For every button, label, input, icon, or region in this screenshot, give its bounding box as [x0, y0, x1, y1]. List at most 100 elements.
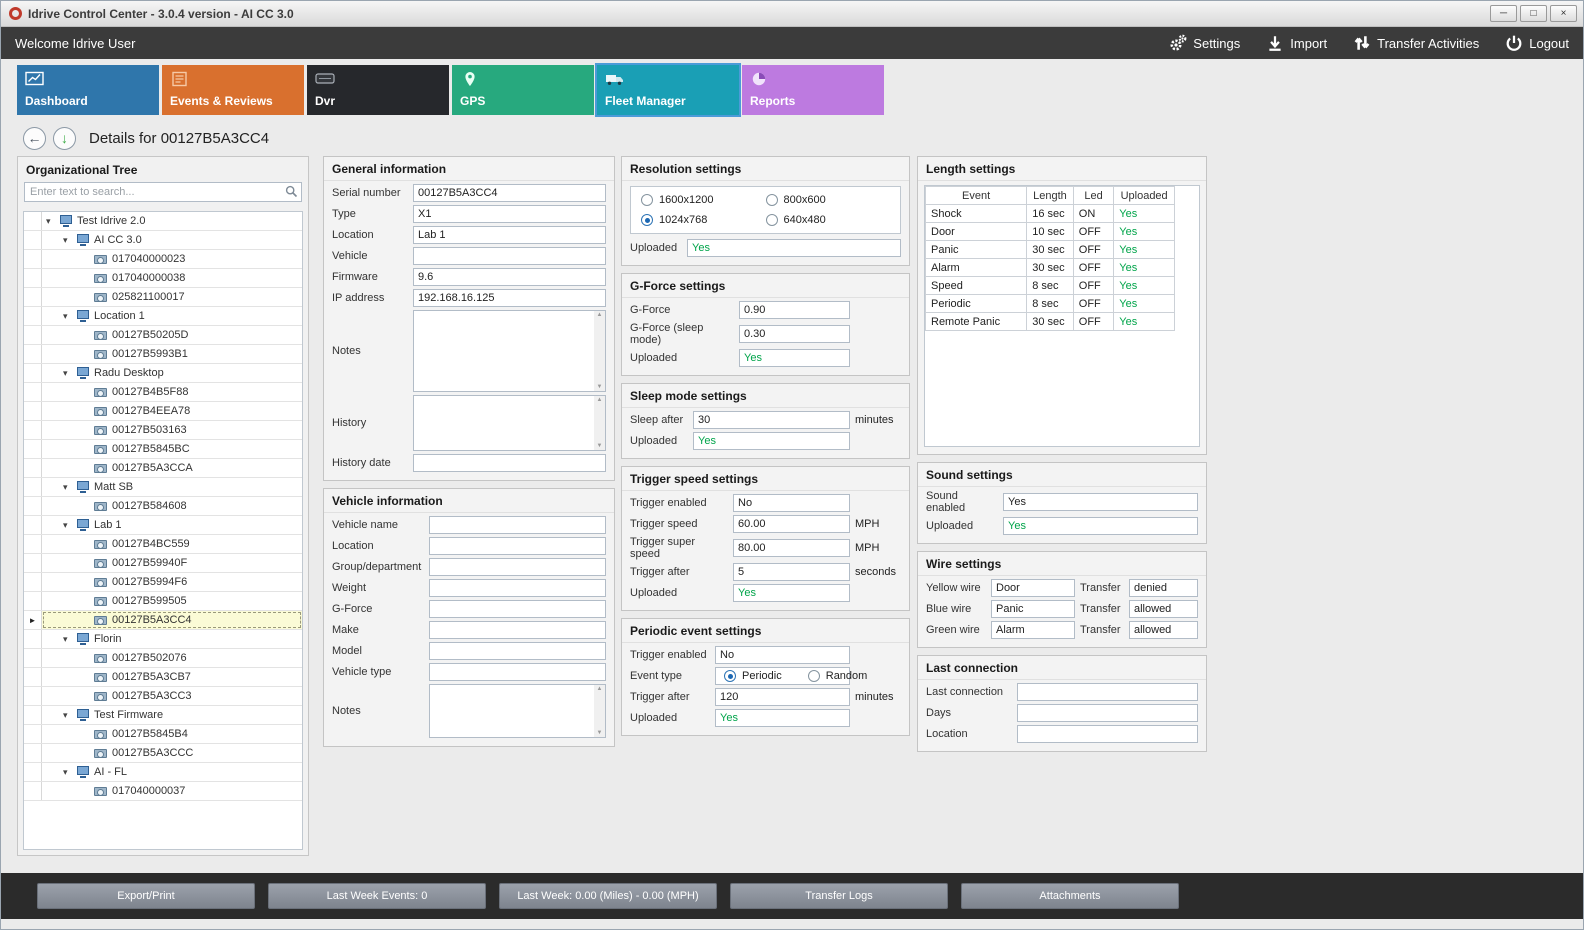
tree-row[interactable]: 017040000023 — [24, 250, 302, 269]
radio-1024x768[interactable]: 1024x768 — [641, 214, 766, 226]
back-button[interactable]: ← — [23, 127, 46, 150]
tree-row[interactable]: 00127B5A3CB7 — [24, 668, 302, 687]
expander-icon[interactable]: ▾ — [63, 312, 76, 321]
type-input[interactable] — [413, 205, 606, 223]
tree-row[interactable]: 00127B5845B4 — [24, 725, 302, 744]
tree-row[interactable]: 00127B5993B1 — [24, 345, 302, 364]
table-row[interactable]: Alarm30 secOFFYes — [926, 259, 1175, 277]
tree-row[interactable]: 00127B5994F6 — [24, 573, 302, 592]
tree-row[interactable]: ▾AI CC 3.0 — [24, 231, 302, 250]
table-row[interactable]: Shock16 secONYes — [926, 205, 1175, 223]
last-week-miles-button[interactable]: Last Week: 0.00 (Miles) - 0.00 (MPH) — [499, 883, 717, 909]
green-wire-transfer-input[interactable] — [1129, 621, 1198, 639]
expander-icon[interactable]: ▾ — [63, 768, 76, 777]
tree-row[interactable]: 00127B4B5F88 — [24, 383, 302, 402]
expander-icon[interactable]: ▾ — [63, 236, 76, 245]
gforce-input[interactable] — [739, 301, 850, 319]
expander-icon[interactable]: ▾ — [63, 369, 76, 378]
make-input[interactable] — [429, 621, 606, 639]
blue-wire-transfer-input[interactable] — [1129, 600, 1198, 618]
tree-row[interactable]: 00127B4EEA78 — [24, 402, 302, 421]
sleep-after-input[interactable] — [693, 411, 850, 429]
scrollbar[interactable]: ▲▼ — [594, 685, 605, 737]
radio-periodic[interactable]: Periodic — [724, 670, 782, 682]
vehicle-input[interactable] — [413, 247, 606, 265]
table-row[interactable]: Remote Panic30 secOFFYes — [926, 313, 1175, 331]
expander-icon[interactable]: ▾ — [46, 217, 59, 226]
expander-icon[interactable]: ▾ — [63, 635, 76, 644]
trigger-enabled-input[interactable] — [733, 494, 850, 512]
tab-dvr[interactable]: Dvr — [307, 65, 449, 115]
firmware-input[interactable] — [413, 268, 606, 286]
trigger-speed-input[interactable] — [733, 515, 850, 533]
history-textarea[interactable] — [413, 395, 606, 451]
transfer-logs-button[interactable]: Transfer Logs — [730, 883, 948, 909]
tree-row[interactable]: 00127B5A3CCC — [24, 744, 302, 763]
tree-row[interactable]: 00127B599505 — [24, 592, 302, 611]
tree-row[interactable]: 00127B584608 — [24, 497, 302, 516]
tree-row[interactable]: 00127B50205D — [24, 326, 302, 345]
tree-row[interactable]: ▾Radu Desktop — [24, 364, 302, 383]
table-row[interactable]: Door10 secOFFYes — [926, 223, 1175, 241]
minimize-button[interactable]: ─ — [1490, 5, 1517, 22]
sound-enabled-input[interactable] — [1003, 493, 1198, 511]
history-date-input[interactable] — [413, 454, 606, 472]
radio-1600x1200[interactable]: 1600x1200 — [641, 194, 766, 206]
table-row[interactable]: Periodic8 secOFFYes — [926, 295, 1175, 313]
green-wire-input[interactable] — [991, 621, 1075, 639]
tree-row[interactable]: 017040000037 — [24, 782, 302, 801]
last-week-events-button[interactable]: Last Week Events: 0 — [268, 883, 486, 909]
tree-row[interactable]: 00127B503163 — [24, 421, 302, 440]
group-department-input[interactable] — [429, 558, 606, 576]
logout-button[interactable]: Logout — [1505, 34, 1569, 52]
notes-textarea[interactable] — [413, 310, 606, 392]
tab-events-reviews[interactable]: Events & Reviews — [162, 65, 304, 115]
export-print-button[interactable]: Export/Print — [37, 883, 255, 909]
vehicle-location-input[interactable] — [429, 537, 606, 555]
periodic-trigger-enabled-input[interactable] — [715, 646, 850, 664]
trigger-after-input[interactable] — [733, 563, 850, 581]
weight-input[interactable] — [429, 579, 606, 597]
serial-number-input[interactable] — [413, 184, 606, 202]
table-row[interactable]: Speed8 secOFFYes — [926, 277, 1175, 295]
tree-row[interactable]: ▾Test Idrive 2.0 — [24, 212, 302, 231]
yellow-wire-transfer-input[interactable] — [1129, 579, 1198, 597]
tree-row[interactable]: 017040000038 — [24, 269, 302, 288]
radio-random[interactable]: Random — [808, 670, 868, 682]
tree-row[interactable]: 00127B502076 — [24, 649, 302, 668]
tree-row[interactable]: 00127B5A3CCA — [24, 459, 302, 478]
close-button[interactable]: × — [1550, 5, 1577, 22]
expand-down-button[interactable]: ↓ — [53, 127, 76, 150]
yellow-wire-input[interactable] — [991, 579, 1075, 597]
vehicle-name-input[interactable] — [429, 516, 606, 534]
scrollbar[interactable]: ▲▼ — [594, 396, 605, 450]
transfer-activities-button[interactable]: Transfer Activities — [1353, 34, 1479, 52]
expander-icon[interactable]: ▾ — [63, 711, 76, 720]
tab-reports[interactable]: Reports — [742, 65, 884, 115]
settings-button[interactable]: Settings — [1169, 34, 1240, 52]
tree-row[interactable]: 025821100017 — [24, 288, 302, 307]
radio-640x480[interactable]: 640x480 — [766, 214, 891, 226]
scrollbar[interactable]: ▲▼ — [594, 311, 605, 391]
tree-row-selected[interactable]: ►00127B5A3CC4 — [24, 611, 302, 630]
gforce-sleep-input[interactable] — [739, 325, 850, 343]
tree-row[interactable]: ▾Location 1 — [24, 307, 302, 326]
tab-dashboard[interactable]: Dashboard — [17, 65, 159, 115]
periodic-trigger-after-input[interactable] — [715, 688, 850, 706]
trigger-super-speed-input[interactable] — [733, 539, 850, 557]
tree-row[interactable]: ▾Lab 1 — [24, 516, 302, 535]
import-button[interactable]: Import — [1266, 34, 1327, 52]
tree-row[interactable]: ▾Matt SB — [24, 478, 302, 497]
tab-fleet-manager[interactable]: Fleet Manager — [597, 65, 739, 115]
attachments-button[interactable]: Attachments — [961, 883, 1179, 909]
tree-row[interactable]: 00127B4BC559 — [24, 535, 302, 554]
tree-row[interactable]: ▾Florin — [24, 630, 302, 649]
blue-wire-input[interactable] — [991, 600, 1075, 618]
tree-row[interactable]: 00127B5A3CC3 — [24, 687, 302, 706]
search-input[interactable] — [24, 182, 302, 202]
vehicle-type-input[interactable] — [429, 663, 606, 681]
model-input[interactable] — [429, 642, 606, 660]
tab-gps[interactable]: GPS — [452, 65, 594, 115]
location-input[interactable] — [413, 226, 606, 244]
ip-address-input[interactable] — [413, 289, 606, 307]
